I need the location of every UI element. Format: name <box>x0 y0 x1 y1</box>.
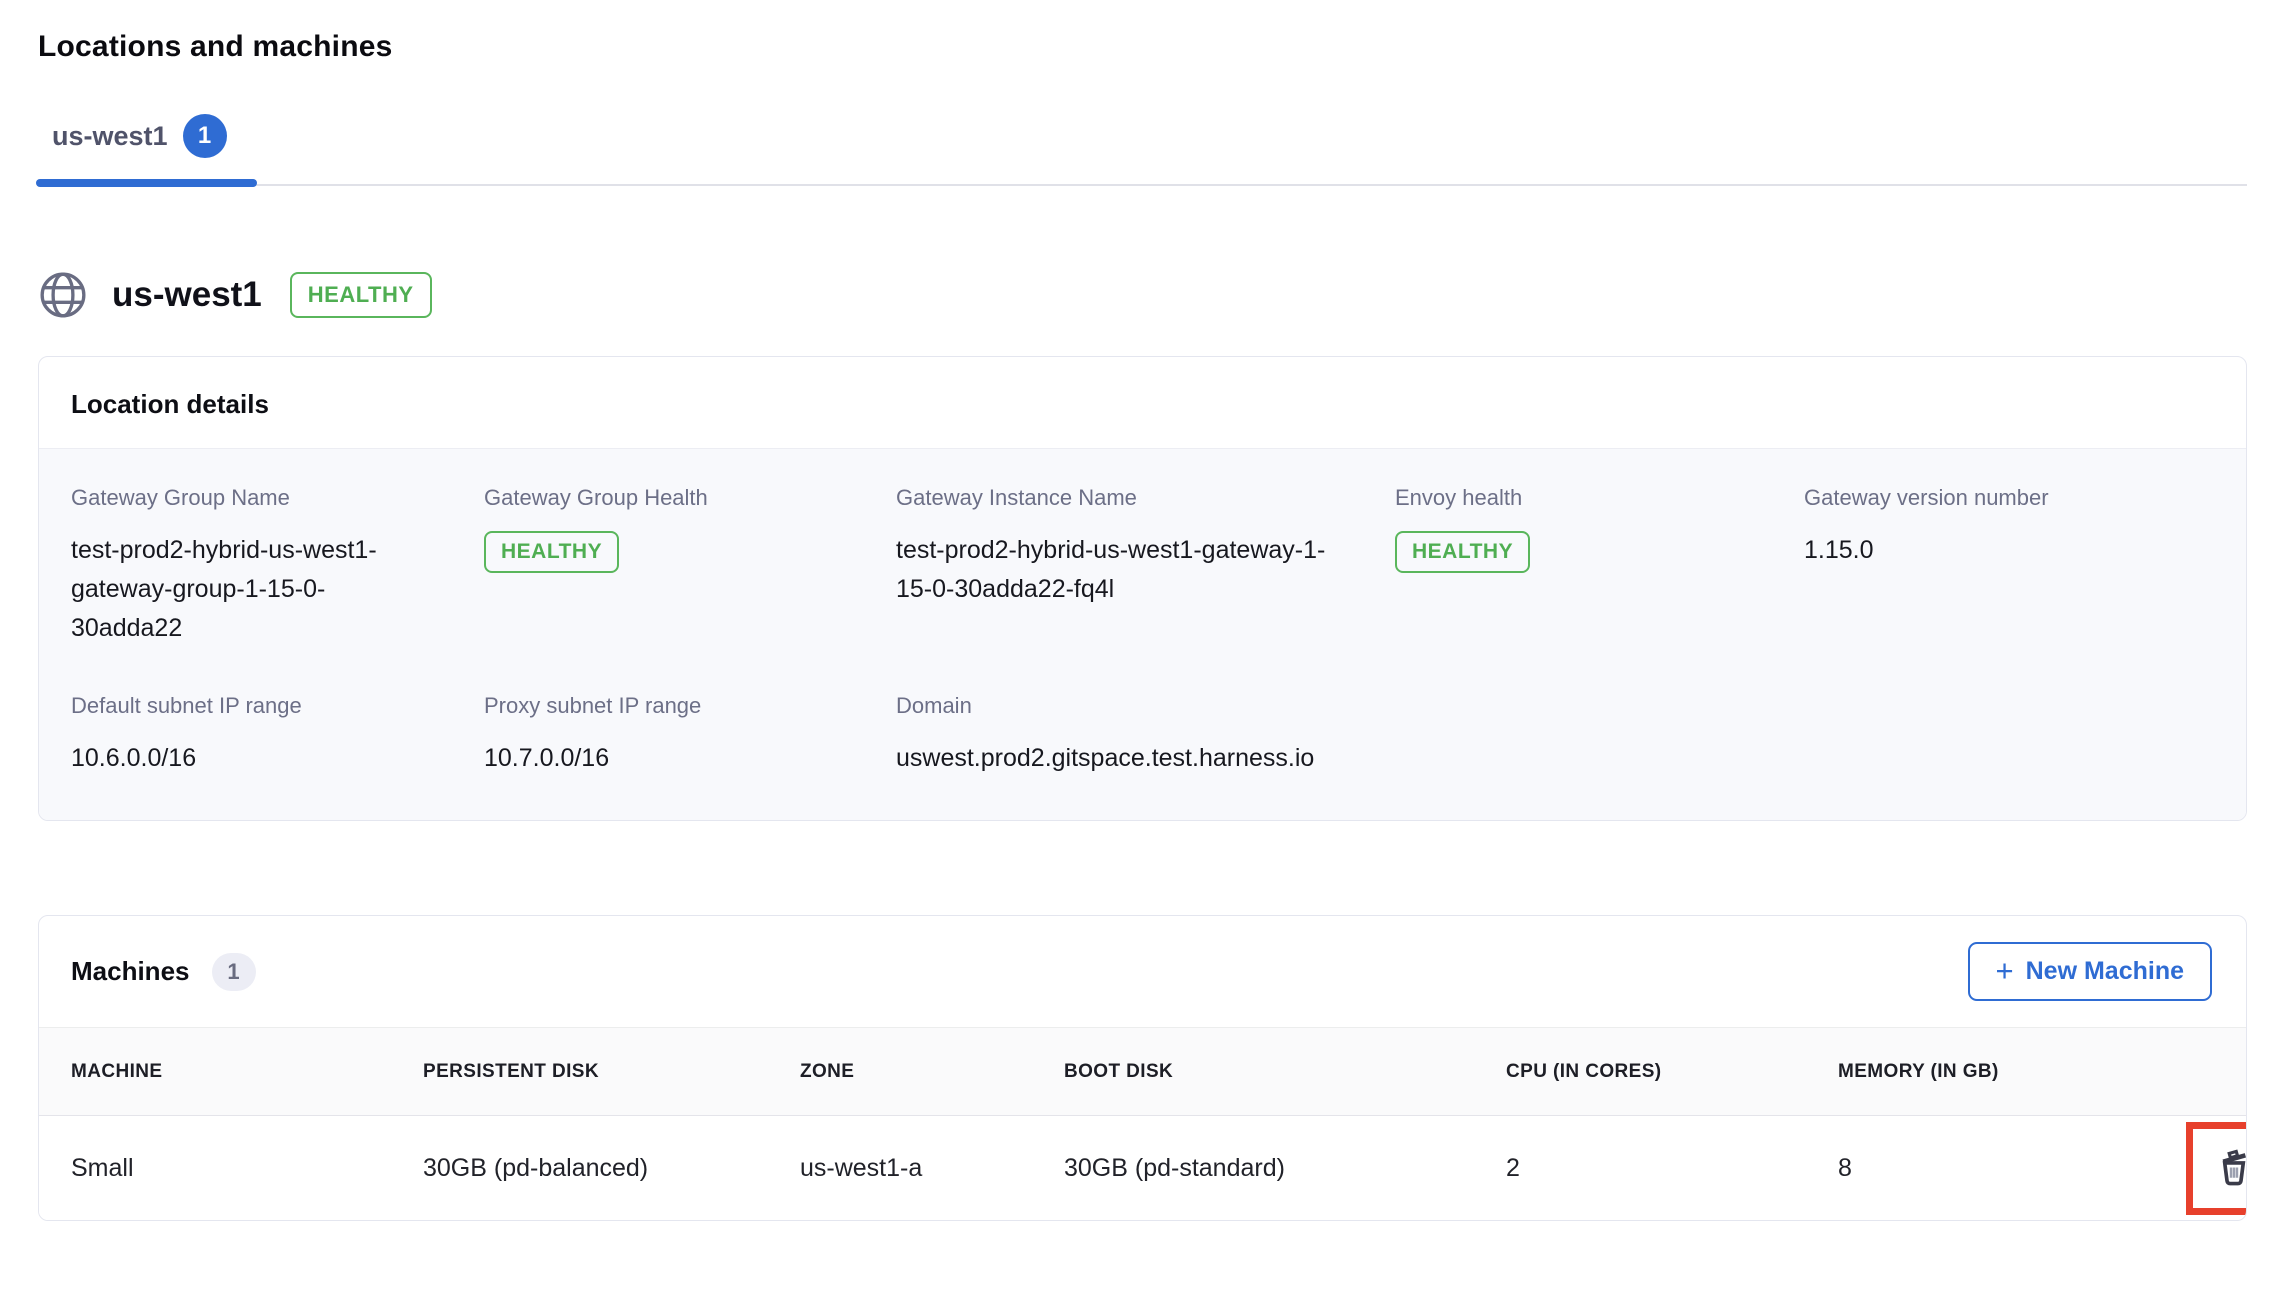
location-heading: us-west1 HEALTHY <box>38 270 2247 320</box>
details-row-1: Gateway Group Name test-prod2-hybrid-us-… <box>71 485 2214 647</box>
field-domain: Domain uswest.prod2.gitspace.test.harnes… <box>896 693 1395 778</box>
machines-count-badge: 1 <box>212 953 256 991</box>
plus-icon: + <box>1996 960 2014 982</box>
col-zone: ZONE <box>800 1061 1064 1083</box>
field-label: Gateway version number <box>1804 485 2150 511</box>
col-memory: MEMORY (IN GB) <box>1838 1061 2186 1083</box>
cell-zone: us-west1-a <box>800 1154 1064 1183</box>
field-value: uswest.prod2.gitspace.test.harness.io <box>896 739 1331 778</box>
col-boot-disk: BOOT DISK <box>1064 1061 1506 1083</box>
machines-title: Machines <box>71 956 190 987</box>
machines-card: Machines 1 + New Machine MACHINE PERSIST… <box>38 915 2247 1221</box>
location-tab-bar: us-west1 1 <box>38 114 2247 186</box>
cell-persistent-disk: 30GB (pd-balanced) <box>423 1154 800 1183</box>
field-gateway-instance-name: Gateway Instance Name test-prod2-hybrid-… <box>896 485 1395 647</box>
location-details-header: Location details <box>39 357 2246 449</box>
location-details-card: Location details Gateway Group Name test… <box>38 356 2247 821</box>
field-label: Proxy subnet IP range <box>484 693 832 719</box>
new-machine-button[interactable]: + New Machine <box>1968 942 2212 1001</box>
field-value: 10.7.0.0/16 <box>484 739 832 778</box>
field-envoy-health: Envoy health HEALTHY <box>1395 485 1804 647</box>
field-value: 10.6.0.0/16 <box>71 739 420 778</box>
field-proxy-subnet: Proxy subnet IP range 10.7.0.0/16 <box>484 693 896 778</box>
cell-cpu: 2 <box>1506 1154 1838 1183</box>
annotation-highlight-box <box>2186 1122 2247 1215</box>
tab-label: us-west1 <box>52 121 168 152</box>
col-persistent-disk: PERSISTENT DISK <box>423 1061 800 1083</box>
field-label: Gateway Group Name <box>71 485 420 511</box>
machine-table-row: Small 30GB (pd-balanced) us-west1-a 30GB… <box>39 1116 2246 1220</box>
row-actions <box>2186 1122 2247 1215</box>
location-details-body: Gateway Group Name test-prod2-hybrid-us-… <box>39 449 2246 820</box>
machines-header: Machines 1 + New Machine <box>39 916 2246 1027</box>
delete-machine-button[interactable] <box>2213 1147 2248 1189</box>
tab-count-badge: 1 <box>183 114 227 158</box>
field-label: Gateway Group Health <box>484 485 832 511</box>
locations-and-machines-page: Locations and machines us-west1 1 us-wes… <box>0 0 2270 1300</box>
field-gateway-group-name: Gateway Group Name test-prod2-hybrid-us-… <box>71 485 484 647</box>
field-gateway-version: Gateway version number 1.15.0 <box>1804 485 2214 647</box>
globe-icon <box>38 270 88 320</box>
trash-icon <box>2213 1147 2248 1189</box>
machines-table-header: MACHINE PERSISTENT DISK ZONE BOOT DISK C… <box>39 1027 2246 1116</box>
details-row-2: Default subnet IP range 10.6.0.0/16 Prox… <box>71 693 2214 778</box>
tab-us-west1[interactable]: us-west1 1 <box>38 114 243 184</box>
new-machine-label: New Machine <box>2026 957 2184 986</box>
field-value: test-prod2-hybrid-us-west1-gateway-1-15-… <box>896 531 1331 609</box>
col-machine: MACHINE <box>71 1061 423 1083</box>
field-gateway-group-health: Gateway Group Health HEALTHY <box>484 485 896 647</box>
envoy-health-badge: HEALTHY <box>1395 531 1530 573</box>
active-tab-indicator <box>36 179 257 187</box>
col-cpu: CPU (IN CORES) <box>1506 1061 1838 1083</box>
cell-memory: 8 <box>1838 1154 2186 1183</box>
field-label: Envoy health <box>1395 485 1740 511</box>
field-default-subnet: Default subnet IP range 10.6.0.0/16 <box>71 693 484 778</box>
field-label: Domain <box>896 693 1331 719</box>
field-value: test-prod2-hybrid-us-west1-gateway-group… <box>71 531 420 647</box>
gateway-group-health-badge: HEALTHY <box>484 531 619 573</box>
field-label: Gateway Instance Name <box>896 485 1331 511</box>
cell-machine: Small <box>71 1154 423 1183</box>
cell-boot-disk: 30GB (pd-standard) <box>1064 1154 1506 1183</box>
field-label: Default subnet IP range <box>71 693 420 719</box>
location-name: us-west1 <box>112 275 262 315</box>
field-value: 1.15.0 <box>1804 531 2150 570</box>
location-details-title: Location details <box>71 389 2214 420</box>
page-title: Locations and machines <box>38 0 2247 64</box>
location-health-badge: HEALTHY <box>290 272 432 318</box>
